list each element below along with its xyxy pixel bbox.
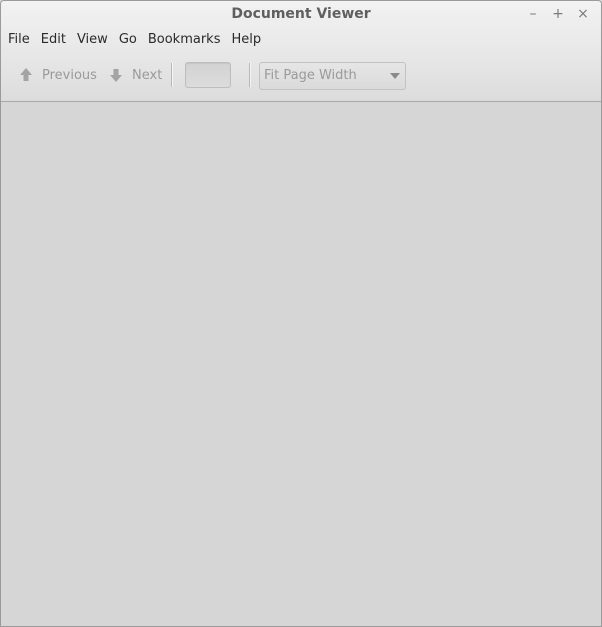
menu-edit[interactable]: Edit: [36, 29, 72, 51]
maximize-button[interactable]: +: [549, 5, 567, 23]
next-label: Next: [132, 67, 163, 83]
previous-label: Previous: [42, 67, 97, 83]
chevron-down-icon: [390, 73, 400, 79]
menu-go[interactable]: Go: [114, 29, 143, 51]
previous-button[interactable]: Previous: [18, 63, 97, 87]
next-button[interactable]: Next: [108, 63, 162, 87]
zoom-select[interactable]: Fit Page Width: [259, 62, 406, 90]
document-view-area[interactable]: [1, 102, 601, 626]
window-title: Document Viewer: [231, 6, 371, 22]
toolbar-separator: [171, 63, 172, 87]
menu-bookmarks[interactable]: Bookmarks: [143, 29, 227, 51]
page-number-input[interactable]: [185, 62, 231, 88]
window-chrome: Document Viewer – + × File Edit View Go …: [1, 1, 601, 102]
arrow-up-icon: [20, 68, 32, 81]
menubar: File Edit View Go Bookmarks Help: [1, 29, 267, 51]
close-button[interactable]: ×: [574, 5, 592, 23]
toolbar: Previous Next Fit Page Width: [1, 55, 601, 95]
menu-help[interactable]: Help: [226, 29, 267, 51]
minimize-button[interactable]: –: [524, 5, 542, 23]
titlebar[interactable]: Document Viewer – + ×: [1, 1, 601, 29]
menu-file[interactable]: File: [3, 29, 36, 51]
toolbar-separator: [249, 63, 250, 87]
menu-view[interactable]: View: [72, 29, 114, 51]
document-viewer-window: Document Viewer – + × File Edit View Go …: [0, 0, 602, 627]
zoom-selected-value: Fit Page Width: [264, 68, 357, 83]
arrow-down-icon: [110, 69, 122, 82]
